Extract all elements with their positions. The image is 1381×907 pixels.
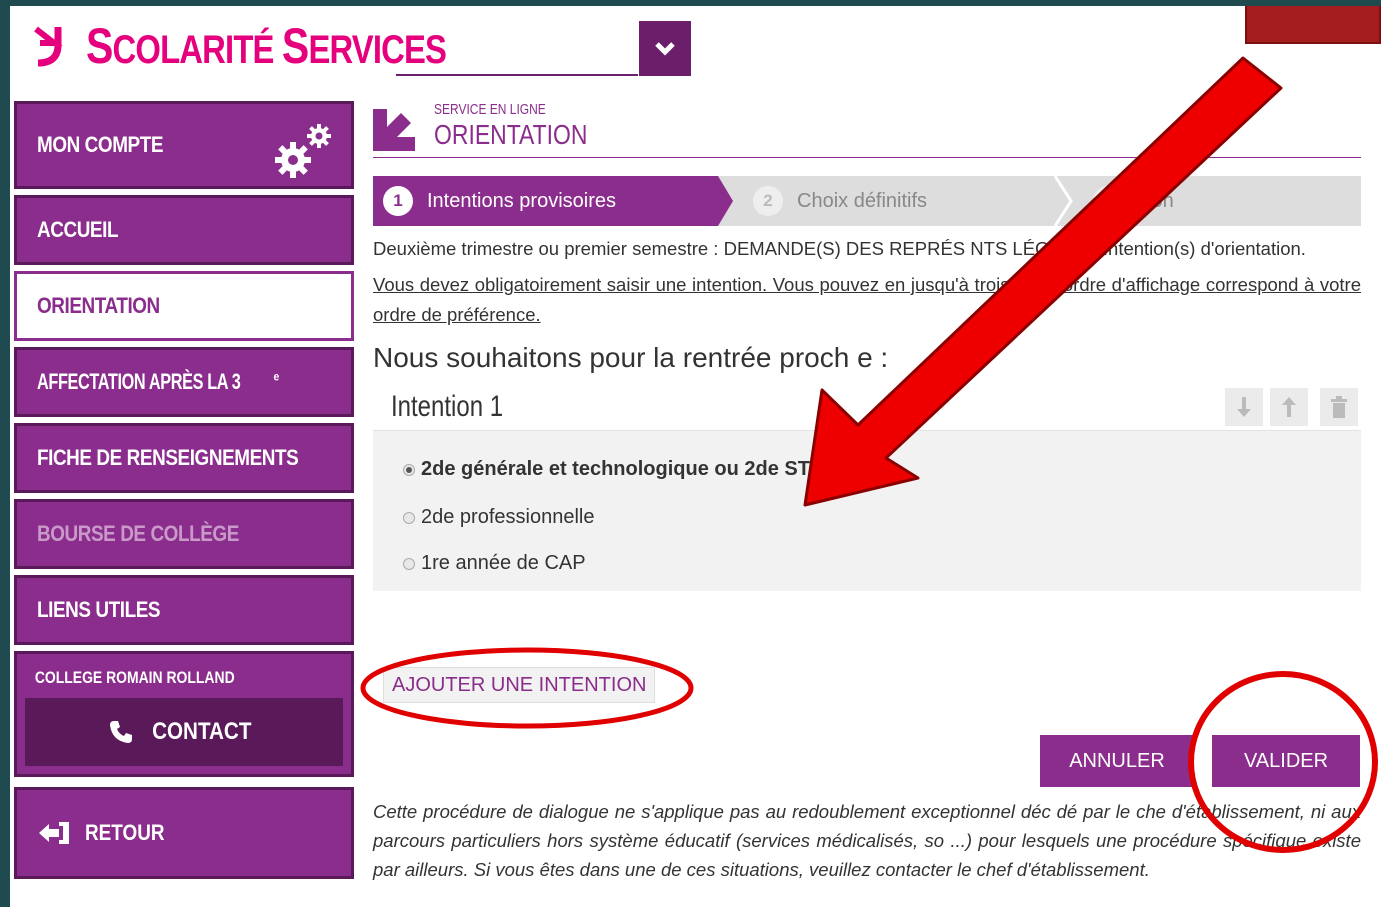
chevron-down-icon: [655, 41, 675, 56]
service-arrow-icon: [373, 109, 415, 151]
help-icon[interactable]: ?: [850, 458, 873, 481]
sidebar-item-accueil[interactable]: ACCUEIL: [14, 195, 354, 265]
college-block: COLLEGE ROMAIN ROLLAND CONTACT: [14, 651, 354, 777]
intention-title: Intention 1: [391, 390, 504, 423]
intention-panel: Intention 1 2de générale et technologiqu…: [373, 386, 1361, 591]
service-label: SERVICE EN LIGNE: [434, 101, 546, 118]
sidebar-item-bourse: BOURSE DE COLLÈGE: [14, 499, 354, 569]
sidebar-item-liens-utiles[interactable]: LIENS UTILES: [14, 575, 354, 645]
option-2de-gt[interactable]: 2de générale et technologique ou 2de STH…: [403, 458, 873, 481]
info-note: Cette procédure de dialogue ne s'appliqu…: [373, 801, 1361, 880]
delete-button[interactable]: [1320, 388, 1358, 426]
radio[interactable]: [403, 511, 415, 524]
instruction-text: Vous devez obligatoirement saisir une in…: [373, 274, 1361, 325]
section-title: Nous souhaitons pour la rentrée proch e …: [373, 342, 889, 373]
brand-logo[interactable]: SCOLARITÉ SERVICES: [30, 16, 525, 76]
add-intention-button[interactable]: AJOUTER UNE INTENTION: [383, 667, 656, 703]
back-arrow-icon: [39, 822, 69, 844]
radio[interactable]: [403, 557, 415, 570]
intention-header: Intention 1: [373, 386, 1361, 431]
contact-button[interactable]: CONTACT: [25, 698, 343, 766]
arrow-up-icon: [1282, 397, 1296, 417]
page-title: ORIENTATION: [434, 119, 588, 150]
sidebar-item-affectation[interactable]: AFFECTATION APRÈS LA 3e: [14, 347, 354, 417]
college-name: COLLEGE ROMAIN ROLLAND: [34, 668, 235, 687]
page: SCOLARITÉ SERVICES MON COMPTE ACCUEIL OR…: [10, 6, 1381, 907]
cancel-button[interactable]: ANNULER: [1040, 735, 1194, 787]
sidebar-item-fiche-renseignements[interactable]: FICHE DE RENSEIGNEMENTS: [14, 423, 354, 493]
intro-text: Deuxième trimestre ou premier semestre :…: [373, 238, 1306, 259]
school-select-toggle[interactable]: [639, 21, 691, 76]
sidebar-item-orientation[interactable]: ORIENTATION: [14, 271, 354, 341]
arrow-down-icon: [1237, 397, 1251, 417]
service-header: SERVICE EN LIGNE ORIENTATION: [373, 101, 1361, 158]
gear-icon: [275, 124, 331, 178]
radio-checked[interactable]: [403, 463, 415, 476]
sidebar: MON COMPTE ACCUEIL ORIENTATION AFFECTATI…: [14, 101, 354, 879]
stepper: 1 Intentions provisoires 2 Choix définit…: [373, 176, 1361, 226]
top-right-button[interactable]: [1245, 6, 1381, 44]
move-up-button[interactable]: [1270, 388, 1308, 426]
option-2de-pro[interactable]: 2de professionnelle: [403, 506, 594, 529]
step-separator: [1053, 176, 1073, 226]
main-content: SERVICE EN LIGNE ORIENTATION 1 Intention…: [373, 101, 1361, 880]
move-down-button[interactable]: [1225, 388, 1263, 426]
trash-icon: [1331, 396, 1347, 418]
back-button[interactable]: RETOUR: [14, 787, 354, 879]
school-select[interactable]: [396, 74, 638, 76]
step-2[interactable]: 2 Choix définitifs: [743, 176, 927, 226]
validate-button[interactable]: VALIDER: [1212, 735, 1360, 787]
step-1[interactable]: 1 Intentions provisoires: [373, 176, 733, 226]
option-cap[interactable]: 1re année de CAP: [403, 552, 586, 575]
step-3[interactable]: 3 sion: [1083, 176, 1174, 226]
phone-icon: [110, 721, 133, 743]
logo-icon: [34, 26, 63, 67]
brand-name: SCOLARITÉ SERVICES: [86, 18, 447, 74]
sidebar-item-mon-compte[interactable]: MON COMPTE: [14, 101, 354, 189]
